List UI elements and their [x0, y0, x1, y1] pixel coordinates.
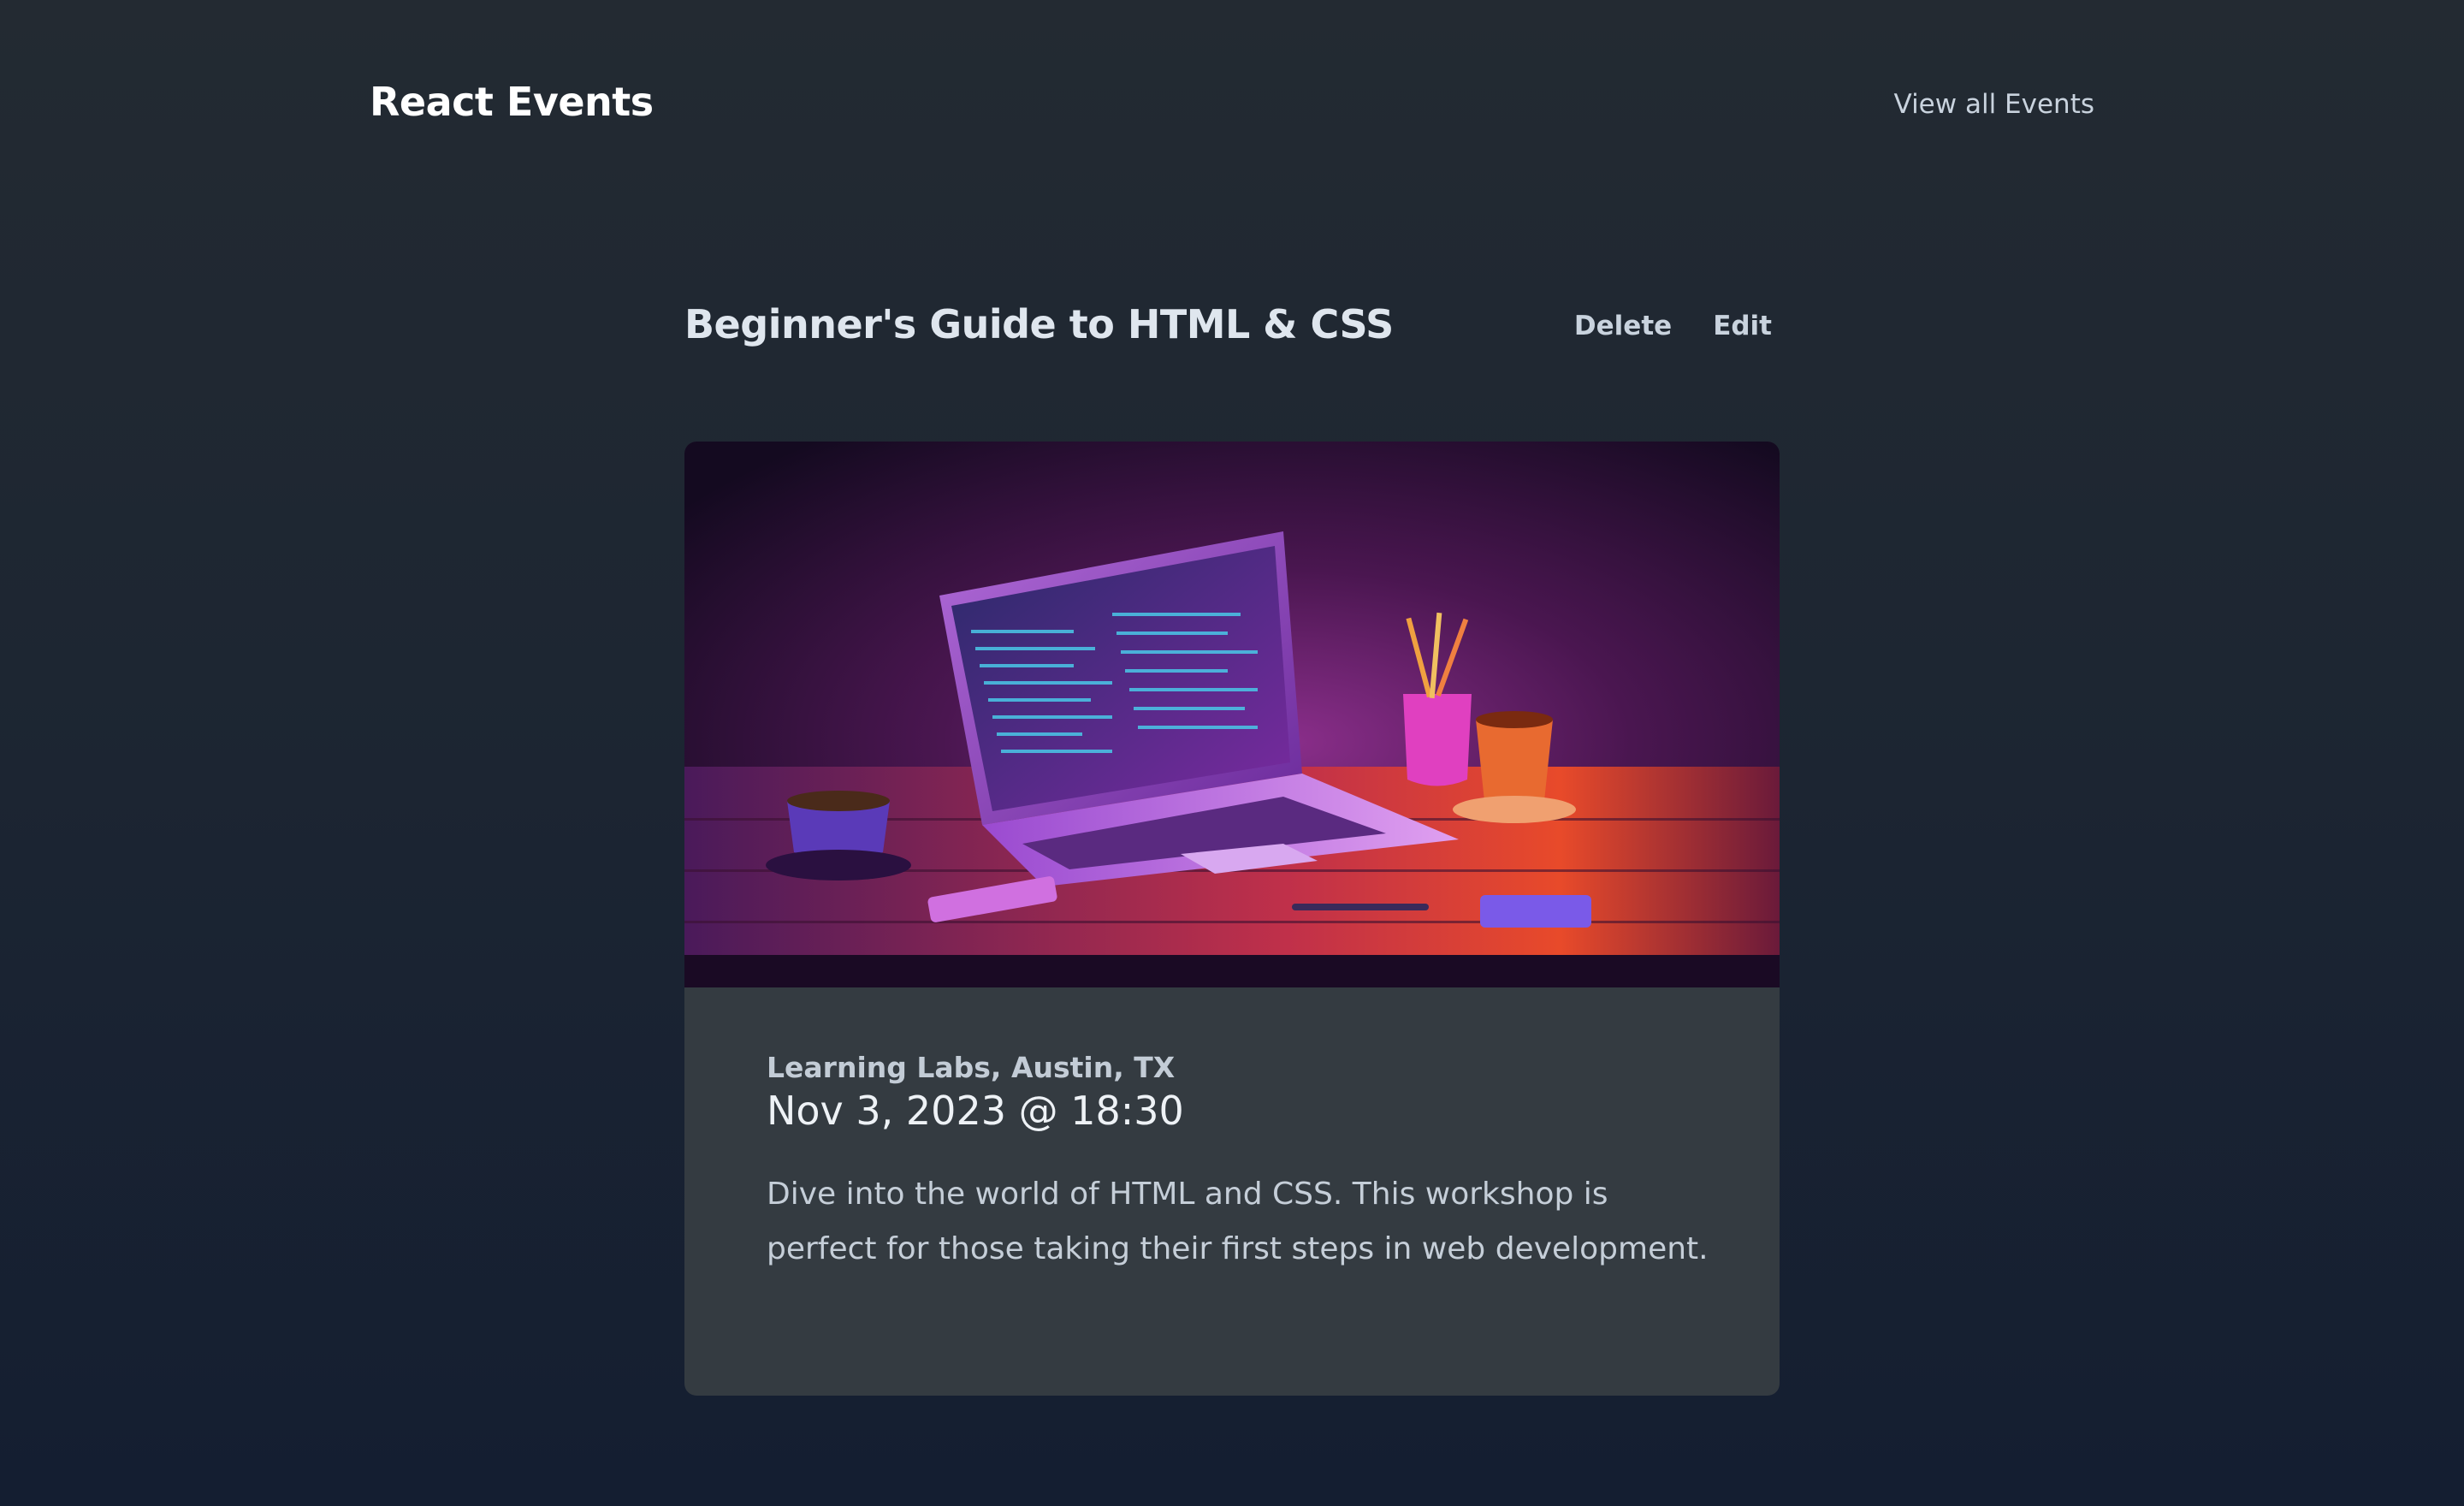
edit-button[interactable]: Edit — [1713, 311, 1772, 341]
event-actions: Delete Edit — [1574, 311, 1772, 341]
event-location: Learning Labs, Austin, TX — [767, 1051, 1176, 1084]
view-all-events-link[interactable]: View all Events — [1894, 89, 2094, 120]
event-header: Beginner's Guide to HTML & CSS Delete Ed… — [684, 301, 1780, 361]
event-datetime: Nov 3, 2023 @ 18:30 — [767, 1088, 1184, 1134]
event-description: Dive into the world of HTML and CSS. Thi… — [767, 1177, 1709, 1266]
event-image — [684, 442, 1780, 987]
brand-link[interactable]: React Events — [370, 79, 654, 125]
event-details: Learning Labs, Austin, TX Nov 3, 2023 @ … — [767, 1049, 1725, 1277]
delete-button[interactable]: Delete — [1574, 311, 1672, 341]
event-card: Learning Labs, Austin, TX Nov 3, 2023 @ … — [684, 442, 1780, 1396]
event-title: Beginner's Guide to HTML & CSS — [684, 301, 1394, 347]
